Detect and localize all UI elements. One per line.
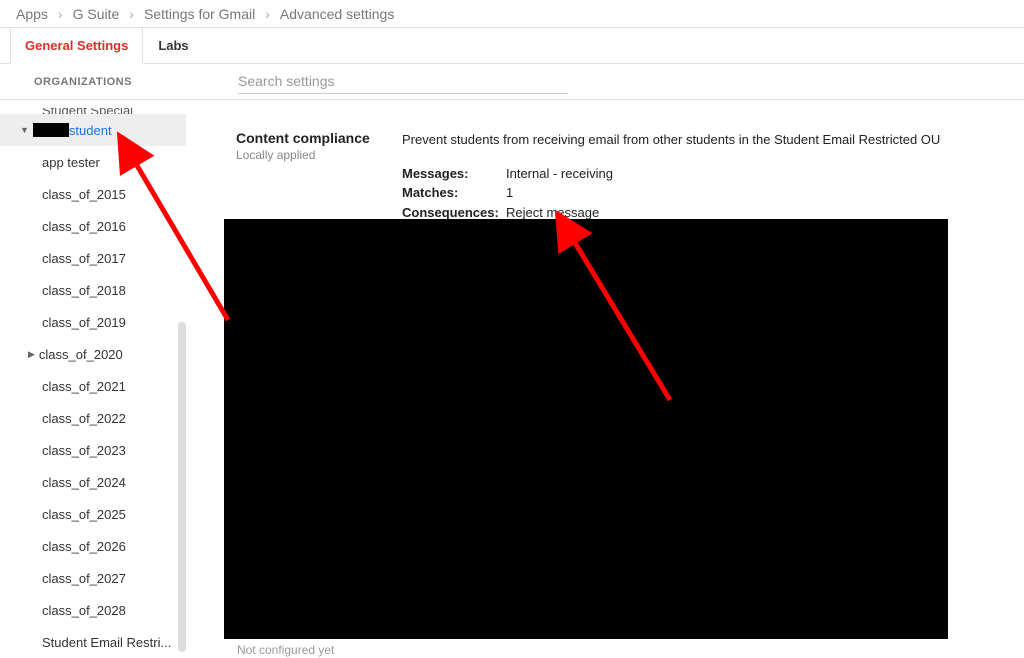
organizations-sidebar[interactable]: Student Special student app tester class… <box>0 100 186 658</box>
org-label: class_of_2016 <box>42 219 126 234</box>
org-item-selected[interactable]: student <box>0 114 186 146</box>
org-label: Student Email Restri... <box>42 635 171 650</box>
org-item[interactable]: class_of_2023 <box>0 434 186 466</box>
org-item[interactable]: class_of_2025 <box>0 498 186 530</box>
org-label: student <box>69 123 112 138</box>
redacted-block <box>33 123 69 137</box>
breadcrumb-item[interactable]: Advanced settings <box>280 6 394 22</box>
org-item[interactable]: class_of_2024 <box>0 466 186 498</box>
org-label: class_of_2017 <box>42 251 126 266</box>
setting-kv: Matches: 1 <box>402 183 1024 203</box>
org-item[interactable]: class_of_2028 <box>0 594 186 626</box>
org-item[interactable]: class_of_2027 <box>0 562 186 594</box>
org-item[interactable]: class_of_2018 <box>0 274 186 306</box>
org-label: class_of_2019 <box>42 315 126 330</box>
chevron-right-icon: › <box>129 6 134 22</box>
setting-description: Prevent students from receiving email fr… <box>402 130 1024 150</box>
redacted-area <box>224 219 948 639</box>
chevron-right-icon: › <box>265 6 270 22</box>
org-label: Student Special <box>42 108 133 114</box>
kv-key: Messages: <box>402 164 506 184</box>
kv-value: Internal - receiving <box>506 164 613 184</box>
scrollbar[interactable] <box>178 322 186 652</box>
org-item[interactable]: class_of_2019 <box>0 306 186 338</box>
breadcrumb: Apps › G Suite › Settings for Gmail › Ad… <box>0 0 1024 28</box>
org-label: class_of_2022 <box>42 411 126 426</box>
org-label: class_of_2023 <box>42 443 126 458</box>
org-label: class_of_2020 <box>39 347 123 362</box>
setting-row-content-compliance: Content compliance Locally applied Preve… <box>236 130 1024 222</box>
setting-title: Content compliance <box>236 130 402 146</box>
breadcrumb-item[interactable]: Settings for Gmail <box>144 6 255 22</box>
org-item[interactable]: class_of_2026 <box>0 530 186 562</box>
setting-kv: Messages: Internal - receiving <box>402 164 1024 184</box>
org-item[interactable]: Student Special <box>0 100 186 114</box>
org-label: class_of_2024 <box>42 475 126 490</box>
org-label: app tester <box>42 155 100 170</box>
breadcrumb-item[interactable]: Apps <box>16 6 48 22</box>
org-label: class_of_2027 <box>42 571 126 586</box>
caret-down-icon[interactable] <box>20 125 29 135</box>
org-label: class_of_2025 <box>42 507 126 522</box>
org-item[interactable]: class_of_2016 <box>0 210 186 242</box>
kv-key: Matches: <box>402 183 506 203</box>
not-configured-text: Not configured yet <box>237 643 334 657</box>
tab-general-settings[interactable]: General Settings <box>10 27 143 64</box>
subheader: ORGANIZATIONS <box>0 64 1024 100</box>
org-label: class_of_2018 <box>42 283 126 298</box>
breadcrumb-item[interactable]: G Suite <box>73 6 120 22</box>
organizations-header: ORGANIZATIONS <box>0 76 236 88</box>
kv-value: 1 <box>506 183 513 203</box>
org-item[interactable]: app tester <box>0 146 186 178</box>
caret-right-icon[interactable] <box>28 349 35 360</box>
org-item[interactable]: class_of_2021 <box>0 370 186 402</box>
org-item[interactable]: class_of_2022 <box>0 402 186 434</box>
org-label: class_of_2026 <box>42 539 126 554</box>
org-item[interactable]: class_of_2015 <box>0 178 186 210</box>
search-wrap <box>236 69 1024 94</box>
org-item[interactable]: class_of_2020 <box>0 338 186 370</box>
search-input[interactable] <box>238 69 568 94</box>
setting-label: Content compliance Locally applied <box>236 130 402 222</box>
chevron-right-icon: › <box>58 6 63 22</box>
setting-body: Prevent students from receiving email fr… <box>402 130 1024 222</box>
org-label: class_of_2015 <box>42 187 126 202</box>
tab-bar: General Settings Labs <box>0 28 1024 64</box>
org-item[interactable]: Student Email Restri... <box>0 626 186 658</box>
org-label: class_of_2028 <box>42 603 126 618</box>
org-label: class_of_2021 <box>42 379 126 394</box>
tab-labs[interactable]: Labs <box>143 27 203 64</box>
setting-subtitle: Locally applied <box>236 148 402 162</box>
org-item[interactable]: class_of_2017 <box>0 242 186 274</box>
